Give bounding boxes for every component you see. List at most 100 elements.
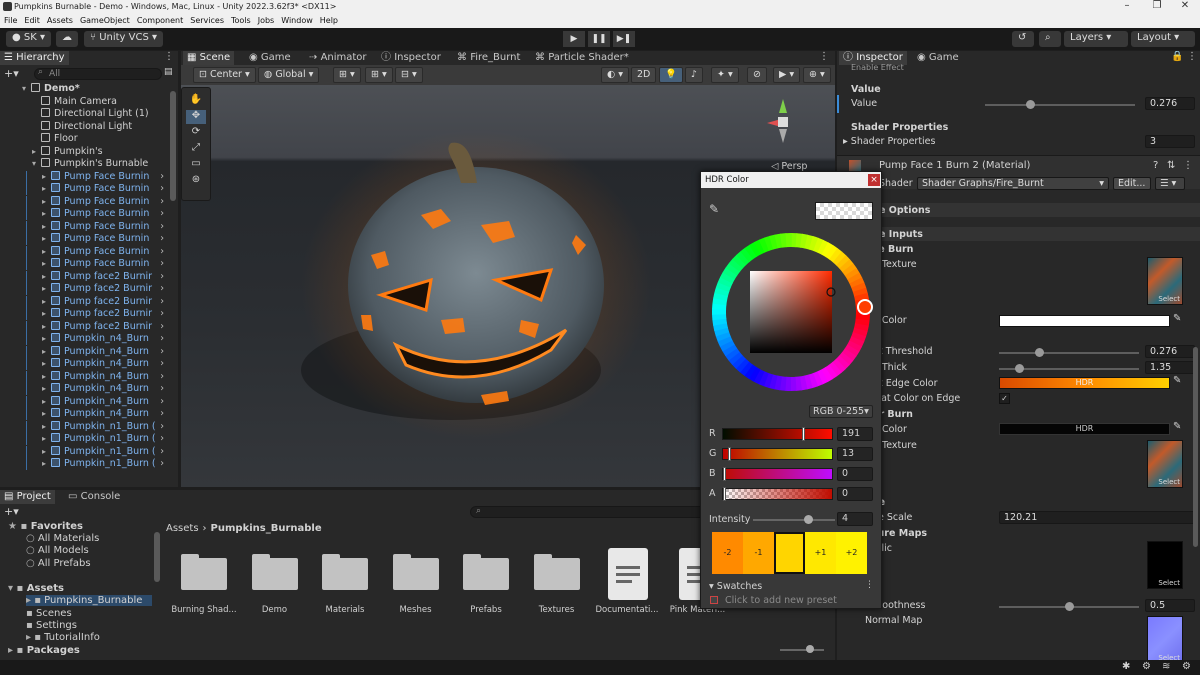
audio-icon[interactable]: ♪ xyxy=(685,67,704,83)
breadcrumb-pumpkins-burnable[interactable]: Pumpkins_Burnable xyxy=(211,523,322,534)
tab-fire-burnt[interactable]: ⌘ Fire_Burnt xyxy=(453,51,524,65)
layers-status-icon[interactable]: ≋ xyxy=(1162,661,1170,672)
hierarchy-scene-root[interactable]: ▾ Demo* xyxy=(0,83,178,96)
menu-help[interactable]: Help xyxy=(316,14,341,25)
hierarchy-item[interactable]: ▸ Pump Face Burnin › xyxy=(0,170,178,184)
foldout-arrow-icon[interactable]: ▸ xyxy=(42,183,51,195)
intensity-slider[interactable] xyxy=(753,519,835,521)
foldout-arrow-icon[interactable]: ▸ xyxy=(42,258,51,270)
normal-map-thumbnail[interactable]: Select xyxy=(1147,616,1183,660)
pause-icon[interactable]: ❚❚ xyxy=(588,31,610,47)
cloud-icon[interactable]: ☁ xyxy=(56,31,78,47)
lighting-icon[interactable]: 💡 xyxy=(659,67,683,83)
value-field[interactable]: 0.276 xyxy=(1145,97,1195,110)
shading-mode-dropdown[interactable]: ◐ ▾ xyxy=(601,67,630,83)
edit-shader-button[interactable]: Edit... xyxy=(1113,177,1151,190)
base-texture-thumbnail[interactable]: Select xyxy=(1147,257,1183,305)
prefab-open-icon[interactable]: › xyxy=(160,171,164,183)
channel-r-slider[interactable] xyxy=(722,427,833,441)
eyedropper-icon[interactable]: ✎ xyxy=(1173,375,1181,386)
foldout-arrow-icon[interactable]: ▸ xyxy=(42,246,51,258)
hierarchy-item[interactable]: ▸ Pump Face Burnin › xyxy=(0,233,178,246)
panel-menu-icon[interactable]: ⋮ xyxy=(1187,51,1197,62)
prefab-open-icon[interactable]: › xyxy=(160,371,164,383)
help-icon[interactable]: ? xyxy=(1153,160,1158,171)
channel-a-field[interactable]: 0 xyxy=(837,487,873,501)
vcs-dropdown[interactable]: ⑂ Unity VCS ▾ xyxy=(84,31,164,47)
hierarchy-item[interactable]: ▸ Pumpkin_n4_Burn › xyxy=(0,383,178,396)
swatches-menu-icon[interactable]: ⋮ xyxy=(865,580,874,590)
prefab-open-icon[interactable]: › xyxy=(160,433,164,445)
prefab-open-icon[interactable]: › xyxy=(160,233,164,245)
rotate-tool-icon[interactable]: ⟳ xyxy=(186,126,206,140)
folder-icon[interactable] xyxy=(463,552,509,590)
prefab-open-icon[interactable]: › xyxy=(160,396,164,408)
tab-animator[interactable]: ⇢ Animator xyxy=(305,51,371,65)
foldout-arrow-icon[interactable]: ▸ xyxy=(42,433,51,445)
scale-tool-icon[interactable]: ⤢ xyxy=(186,142,206,156)
hierarchy-item[interactable]: ▸ Pumpkin_n4_Burn › xyxy=(0,408,178,421)
hierarchy-item[interactable]: Directional Light xyxy=(0,120,178,134)
camera-icon[interactable]: ▶ ▾ xyxy=(773,67,801,83)
preset-icon[interactable]: ⇅ xyxy=(1167,160,1175,171)
base-color-swatch[interactable] xyxy=(999,315,1170,327)
hierarchy-item[interactable]: ▸ Pump Face Burnin › xyxy=(0,245,178,259)
shader-properties-count[interactable]: 3 xyxy=(1145,135,1195,148)
edge-thick-field[interactable]: 1.35 xyxy=(1145,361,1195,374)
minimize-button[interactable]: – xyxy=(1112,0,1142,11)
hierarchy-item[interactable]: ▸ Pump Face Burnin › xyxy=(0,258,178,271)
add-icon[interactable]: +▾ xyxy=(4,67,19,80)
project-tree-item[interactable]: ○ All Models xyxy=(26,545,89,556)
color-wheel[interactable] xyxy=(707,228,875,396)
intensity-knob[interactable] xyxy=(804,515,813,524)
channel-a-slider[interactable] xyxy=(722,487,833,501)
tab-scene[interactable]: ▦ Scene xyxy=(183,51,235,65)
foldout-arrow-icon[interactable]: ▸ xyxy=(42,396,51,408)
prefab-open-icon[interactable]: › xyxy=(160,271,164,283)
menu-window[interactable]: Window xyxy=(277,14,316,25)
zoom-slider-knob[interactable] xyxy=(806,645,814,653)
hierarchy-item[interactable]: ▸ Pumpkin_n1_Burn (› xyxy=(0,433,178,446)
channel-g-knob[interactable] xyxy=(728,447,732,461)
foldout-arrow-icon[interactable]: ▸ xyxy=(42,408,51,420)
burn-color-swatch[interactable]: HDR xyxy=(999,423,1170,435)
project-tree-item[interactable]: ▾ ▪ Assets xyxy=(8,583,64,594)
edge-thick-knob[interactable] xyxy=(1015,364,1024,373)
tree-scrollbar[interactable] xyxy=(154,532,160,582)
burnt-threshold-field[interactable]: 0.276 xyxy=(1145,345,1195,358)
lock-icon[interactable]: 🔒 xyxy=(1171,51,1183,62)
scene-gizmo[interactable] xyxy=(761,93,805,149)
prefab-open-icon[interactable]: › xyxy=(160,246,164,258)
exposure-swatch[interactable] xyxy=(774,532,805,574)
project-tree-item[interactable]: ○ All Materials xyxy=(26,533,99,544)
hierarchy-scrollbar[interactable] xyxy=(170,91,176,201)
channel-b-slider[interactable] xyxy=(722,467,833,481)
hierarchy-item[interactable]: ▸ Pump face2 Burnir › xyxy=(0,320,178,334)
menu-services[interactable]: Services xyxy=(186,14,227,25)
tab-game-inspector[interactable]: ◉ Game xyxy=(913,51,963,65)
menu-jobs[interactable]: Jobs xyxy=(254,14,278,25)
hierarchy-item[interactable]: ▸ Pumpkin_n4_Burn › xyxy=(0,370,178,384)
prefab-open-icon[interactable]: › xyxy=(160,283,164,295)
metallic-thumbnail[interactable]: Select xyxy=(1147,541,1183,589)
eyedropper-icon[interactable]: ✎ xyxy=(1173,421,1181,432)
value-slider-knob[interactable] xyxy=(1026,100,1035,109)
toggle-2d-button[interactable]: 2D xyxy=(631,67,657,83)
tab-particle-shader[interactable]: ⌘ Particle Shader* xyxy=(531,51,633,65)
hierarchy-item[interactable]: ▸ Pumpkin_n4_Burn › xyxy=(0,358,178,371)
hierarchy-item[interactable]: ▸ Pump Face Burnin › xyxy=(0,208,178,221)
pivot-center-dropdown[interactable]: ⊡ Center ▾ xyxy=(193,67,256,83)
burn-texture-thumbnail[interactable]: Select xyxy=(1147,440,1183,488)
rect-tool-icon[interactable]: ▭ xyxy=(186,158,206,172)
prefab-open-icon[interactable]: › xyxy=(160,446,164,458)
channel-b-knob[interactable] xyxy=(723,467,726,481)
exposure-swatch[interactable]: +1 xyxy=(805,532,836,574)
foldout-arrow-icon[interactable]: ▸ xyxy=(42,283,51,295)
play-icon[interactable]: ▶ xyxy=(563,31,585,47)
menu-file[interactable]: File xyxy=(0,14,20,25)
account-dropdown[interactable]: ● SK ▾ xyxy=(6,31,52,47)
layers-dropdown[interactable]: Layers ▾ xyxy=(1064,31,1128,47)
foldout-arrow-icon[interactable]: ▸ xyxy=(42,271,51,283)
hierarchy-item[interactable]: ▸ Pump face2 Burnir › xyxy=(0,270,178,284)
foldout-arrow-icon[interactable]: ▸ xyxy=(32,146,41,158)
